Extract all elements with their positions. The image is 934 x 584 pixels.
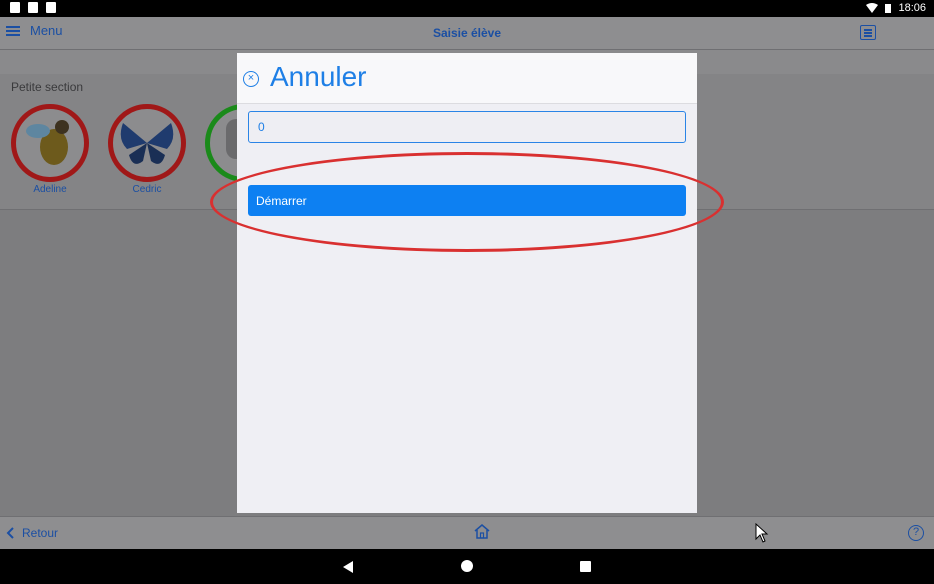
- start-button[interactable]: Démarrer: [248, 185, 686, 216]
- back-label: Retour: [22, 526, 59, 540]
- wifi-icon: [866, 3, 879, 13]
- butterfly-icon: [108, 104, 186, 182]
- status-time: 18:06: [898, 2, 926, 14]
- value-input[interactable]: [248, 111, 686, 143]
- mouse-cursor-icon: [755, 523, 769, 543]
- page-title: Saisie élève: [432, 26, 502, 40]
- help-icon[interactable]: ?: [908, 525, 924, 541]
- nav-home-icon[interactable]: [461, 560, 473, 572]
- home-icon[interactable]: [473, 523, 491, 540]
- status-bar: 18:06: [0, 0, 934, 17]
- list-icon[interactable]: [860, 25, 876, 40]
- nav-back-icon[interactable]: [343, 561, 353, 573]
- student-card[interactable]: Adeline: [8, 104, 92, 195]
- sd-card-icon: [46, 2, 56, 13]
- nav-recent-icon[interactable]: [580, 561, 591, 572]
- bee-icon: [11, 104, 89, 182]
- modal-dialog: × Annuler Démarrer: [237, 53, 697, 513]
- close-icon[interactable]: ×: [243, 71, 259, 87]
- modal-title[interactable]: Annuler: [270, 61, 367, 93]
- student-name: Cedric: [132, 184, 162, 195]
- android-nav-bar: [0, 549, 934, 584]
- section-label: Petite section: [11, 80, 84, 94]
- chevron-left-icon: [6, 527, 14, 539]
- student-name: Adeline: [33, 184, 67, 195]
- battery-icon: [885, 3, 892, 13]
- mail-icon: [28, 2, 38, 13]
- student-card[interactable]: Cedric: [105, 104, 189, 195]
- top-bar: Menu Saisie élève: [0, 17, 934, 50]
- modal-header: × Annuler: [237, 53, 697, 104]
- back-button[interactable]: Retour: [6, 526, 58, 540]
- notification-icon: [10, 2, 20, 13]
- bottom-bar: Retour ?: [0, 516, 934, 550]
